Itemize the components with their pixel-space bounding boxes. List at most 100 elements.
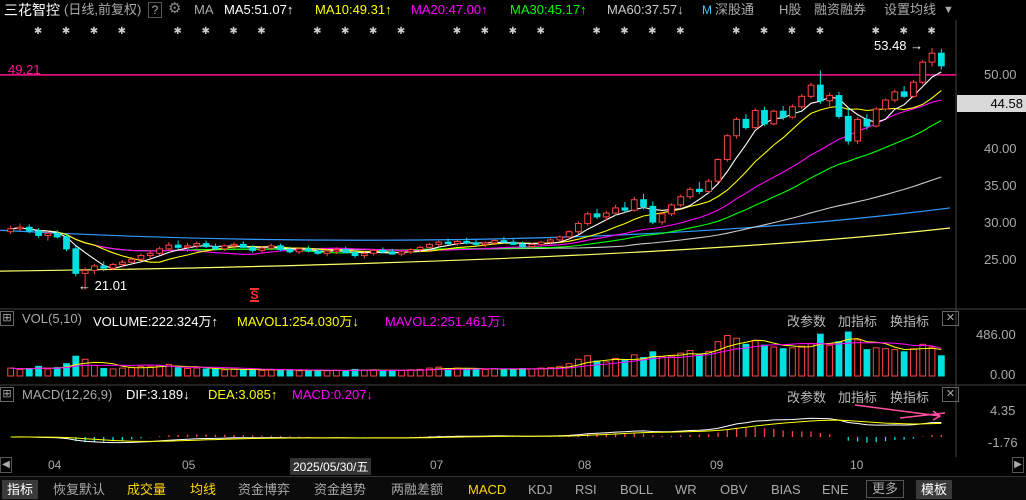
candlestick[interactable] [844,108,852,145]
candlestick[interactable] [807,82,815,99]
candlestick[interactable] [407,248,415,255]
tab-boll[interactable]: BOLL [615,480,658,499]
candlestick[interactable] [35,228,42,238]
scroll-left-button[interactable]: ◀ [0,457,12,473]
macd-title[interactable]: MACD(12,26,9) [22,387,112,402]
macd-switch-indicator-button[interactable]: 换指标 [890,387,929,406]
candlestick[interactable] [63,234,70,252]
candlestick[interactable] [733,117,740,139]
candlestick[interactable] [863,114,871,130]
candlestick[interactable] [454,239,461,246]
event-star-icon[interactable]: ✱ [369,26,377,37]
event-star-icon[interactable]: ✱ [229,26,237,37]
candlestick[interactable] [900,85,908,98]
vol-add-indicator-button[interactable]: 加指标 [838,311,877,330]
macd-collapse-button[interactable]: ⊞ [0,387,14,402]
event-star-icon[interactable]: ✱ [341,26,349,37]
event-star-icon[interactable]: ✱ [592,26,600,37]
tab-volume[interactable]: 成交量 [122,480,171,499]
candlestick[interactable] [305,245,312,253]
candlestick[interactable] [891,89,899,103]
candlestick[interactable] [435,240,443,247]
vol-title[interactable]: VOL(5,10) [22,311,82,326]
help-button[interactable]: ? [148,2,162,18]
candlestick[interactable] [7,225,15,234]
stock-name[interactable]: 三花智控 [4,1,60,19]
event-star-icon[interactable]: ✱ [536,26,544,37]
candlestick[interactable] [323,249,331,257]
tab-margin-diff[interactable]: 两融差额 [386,480,448,499]
tab-rsi[interactable]: RSI [570,480,602,499]
tab-obv[interactable]: OBV [715,480,752,499]
tab-indicator[interactable]: 指标 [2,480,39,499]
macd-params-button[interactable]: 改参数 [787,387,826,406]
candlestick[interactable] [342,246,350,254]
candlestick[interactable] [919,59,927,85]
candlestick[interactable] [761,106,768,127]
event-star-icon[interactable]: ✱ [481,26,489,37]
candlestick[interactable] [165,242,173,252]
tab-macd[interactable]: MACD [463,480,511,499]
tab-wr[interactable]: WR [670,480,702,499]
tab-fund-game[interactable]: 资金博弈 [233,480,295,499]
event-star-icon[interactable]: ✱ [174,26,182,37]
event-star-icon[interactable]: ✱ [816,26,824,37]
candlestick[interactable] [928,47,936,67]
candlestick[interactable] [221,244,229,252]
event-star-icon[interactable]: ✱ [927,26,935,37]
vol-switch-indicator-button[interactable]: 换指标 [890,311,929,330]
candlestick[interactable] [789,104,796,119]
candlestick[interactable] [500,236,508,244]
gear-icon[interactable]: ⚙ [168,0,181,18]
candlestick[interactable] [72,245,80,277]
candlestick[interactable] [612,204,619,216]
tab-fund-trend[interactable]: 资金趋势 [309,480,371,499]
candlestick[interactable] [156,246,163,256]
shenzhen-connect-link[interactable]: 深股通 [715,1,754,19]
candlestick[interactable] [370,248,378,256]
candlestick[interactable] [519,241,526,249]
vol-collapse-button[interactable]: ⊞ [0,311,14,326]
candlestick[interactable] [668,203,675,217]
candlestick[interactable] [677,194,685,208]
h-share-link[interactable]: H股 [779,1,801,19]
ma-setting-dropdown-icon[interactable]: ▼ [943,1,954,19]
event-star-icon[interactable]: ✱ [62,26,70,37]
candlestick[interactable] [202,240,210,249]
candlestick[interactable] [630,196,638,212]
candlestick[interactable] [146,250,154,259]
tab-kdj[interactable]: KDJ [523,480,558,499]
candlestick[interactable] [174,240,182,250]
candlestick[interactable] [882,98,889,112]
candlestick[interactable] [640,193,647,210]
event-star-icon[interactable]: ✱ [648,26,656,37]
vol-params-button[interactable]: 改参数 [787,311,826,330]
event-star-icon[interactable]: ✱ [453,26,461,37]
candlestick[interactable] [239,241,247,249]
candlestick[interactable] [193,241,201,249]
event-star-icon[interactable]: ✱ [257,26,265,37]
candlestick[interactable] [798,94,806,109]
candlestick[interactable] [770,109,778,126]
macd-add-indicator-button[interactable]: 加指标 [838,387,877,406]
candlestick[interactable] [277,243,284,252]
event-star-icon[interactable]: ✱ [90,26,98,37]
period-label[interactable]: (日线,前复权) [64,1,141,19]
candlestick[interactable] [854,117,861,144]
event-star-icon[interactable]: ✱ [201,26,209,37]
macd-close-icon[interactable]: ✕ [942,387,959,402]
candlestick[interactable] [714,158,722,183]
event-star-icon[interactable]: ✱ [34,26,42,37]
candlestick[interactable] [230,242,238,249]
scroll-right-button[interactable]: ▶ [1012,457,1024,473]
margin-link[interactable]: 融资融券 [814,1,866,19]
candlestick[interactable] [398,250,405,257]
candlestick[interactable] [593,208,601,220]
candlestick[interactable] [695,181,703,194]
candlestick[interactable] [212,243,219,251]
ma-setting-link[interactable]: 设置均线 [884,1,936,19]
event-star-icon[interactable]: ✱ [788,26,796,37]
event-star-icon[interactable]: ✱ [509,26,517,37]
event-star-icon[interactable]: ✱ [899,26,907,37]
candlestick[interactable] [16,223,24,231]
